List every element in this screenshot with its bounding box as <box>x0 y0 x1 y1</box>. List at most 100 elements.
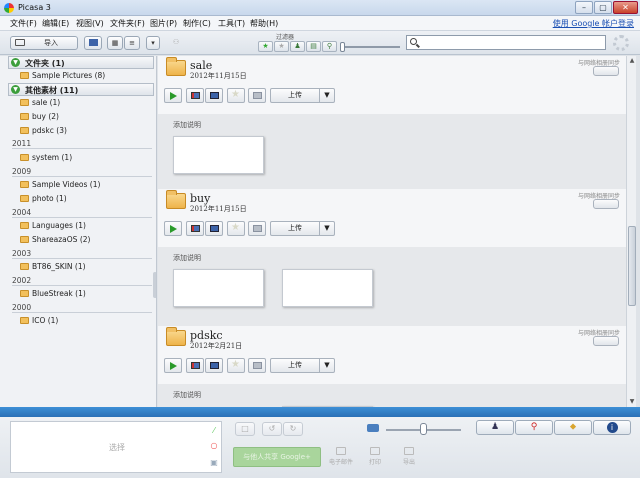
import-button[interactable]: 导入 <box>10 36 78 50</box>
panel-splitter-handle[interactable] <box>153 272 156 298</box>
upload-options-dropdown[interactable]: ▼ <box>319 221 335 236</box>
folder-item[interactable]: Sample Videos (1) <box>20 180 100 191</box>
clear-selection-icon[interactable]: ○ <box>209 441 219 450</box>
menu-help[interactable]: 帮助(H) <box>250 18 278 29</box>
menu-tools[interactable]: 工具(T) <box>218 18 245 29</box>
filter-starred-button[interactable]: ★ <box>258 41 273 52</box>
export-album-button[interactable] <box>248 358 266 373</box>
add-to-album-icon[interactable]: ▣ <box>209 458 219 467</box>
folder-icon <box>20 317 29 324</box>
filter-date-slider[interactable] <box>340 42 345 52</box>
tree-view-button[interactable]: ≡ <box>124 36 140 50</box>
view-options-dropdown[interactable]: ▾ <box>146 36 160 50</box>
scroll-down-arrow-icon[interactable]: ▼ <box>627 397 637 407</box>
print-button[interactable]: 打印 <box>360 447 390 466</box>
star-album-button[interactable]: ★ <box>227 221 245 236</box>
folder-item[interactable]: system (1) <box>20 153 72 164</box>
folder-item[interactable]: Sample Pictures (8) <box>20 71 105 82</box>
folder-item[interactable]: ShareazaOS (2) <box>20 235 90 246</box>
upload-options-dropdown[interactable]: ▼ <box>319 88 335 103</box>
scroll-up-arrow-icon[interactable]: ▲ <box>627 56 637 66</box>
folder-item[interactable]: buy (2) <box>20 112 59 123</box>
export-button[interactable]: 导出 <box>394 447 424 466</box>
filter-uploaded-button[interactable]: ★ <box>274 41 289 52</box>
photo-thumbnail[interactable] <box>282 269 373 307</box>
rotate-right-button[interactable]: ↻ <box>283 422 303 436</box>
upload-button[interactable]: 上传 <box>270 88 320 103</box>
folder-item[interactable]: photo (1) <box>20 194 67 205</box>
add-caption-link[interactable]: 添加说明 <box>173 390 201 400</box>
rotate-preview-button[interactable]: □ <box>235 422 255 436</box>
create-collage-button[interactable] <box>205 221 223 236</box>
photo-thumbnail[interactable] <box>173 136 264 174</box>
other-group-header[interactable]: ▼ 其他素材 (11) <box>8 83 154 96</box>
folder-label: pdskc (3) <box>32 126 67 135</box>
export-album-button[interactable] <box>248 221 266 236</box>
album-scrollbar[interactable]: ▲ ▼ <box>626 56 636 407</box>
add-caption-link[interactable]: 添加说明 <box>173 120 201 130</box>
rotate-left-button[interactable]: ↺ <box>262 422 282 436</box>
movie-icon <box>191 92 200 99</box>
create-movie-button[interactable] <box>186 358 204 373</box>
create-collage-button[interactable] <box>205 88 223 103</box>
filter-geotag-button[interactable]: ⚲ <box>322 41 337 52</box>
create-collage-button[interactable] <box>205 358 223 373</box>
folder-item[interactable]: pdskc (3) <box>20 126 67 137</box>
menu-file[interactable]: 文件(F) <box>10 18 37 29</box>
folder-group-header[interactable]: ▼ 文件夹 (1) <box>8 56 154 69</box>
folder-item[interactable]: sale (1) <box>20 98 60 109</box>
places-panel-button[interactable]: ⚲ <box>515 420 553 435</box>
folder-item[interactable]: BT86_SKIN (1) <box>20 262 86 273</box>
people-panel-button[interactable]: ♟ <box>476 420 514 435</box>
maximize-button[interactable]: ▢ <box>594 1 612 14</box>
menu-view[interactable]: 视图(V) <box>76 18 104 29</box>
sync-toggle[interactable] <box>593 66 619 76</box>
share-google-plus-button[interactable]: 与他人共享 Google+ <box>233 447 321 467</box>
folder-item[interactable]: BlueStreak (1) <box>20 289 86 300</box>
photo-thumbnail[interactable] <box>173 269 264 307</box>
folder-item[interactable]: Languages (1) <box>20 221 86 232</box>
folder-label: photo (1) <box>32 194 67 203</box>
sync-toggle[interactable] <box>593 199 619 209</box>
menu-picture[interactable]: 图片(P) <box>150 18 177 29</box>
play-slideshow-button[interactable] <box>164 88 182 103</box>
scroll-thumb[interactable] <box>628 226 636 306</box>
folder-item[interactable]: ICO (1) <box>20 316 58 327</box>
people-sync-button[interactable]: ⚇ <box>167 36 185 50</box>
filter-faces-button[interactable]: ♟ <box>290 41 305 52</box>
close-button[interactable]: ✕ <box>613 1 638 14</box>
info-icon: i <box>606 422 618 433</box>
add-to-album-button[interactable] <box>84 36 102 50</box>
picasa-logo-icon <box>4 3 14 13</box>
upload-button[interactable]: 上传 <box>270 221 320 236</box>
folder-label: Languages (1) <box>32 221 86 230</box>
search-input[interactable] <box>421 37 603 48</box>
star-album-button[interactable]: ★ <box>227 88 245 103</box>
menu-folder[interactable]: 文件夹(F) <box>110 18 145 29</box>
menu-create[interactable]: 制作(C) <box>183 18 211 29</box>
play-slideshow-button[interactable] <box>164 221 182 236</box>
thumbnail-size-slider[interactable] <box>420 423 427 435</box>
minimize-button[interactable]: – <box>575 1 593 14</box>
album-folder-icon <box>166 190 186 209</box>
filter-videos-button[interactable]: ▤ <box>306 41 321 52</box>
export-icon <box>253 225 262 232</box>
hold-pin-icon[interactable]: ⁄ <box>209 426 219 435</box>
export-album-button[interactable] <box>248 88 266 103</box>
upload-options-dropdown[interactable]: ▼ <box>319 358 335 373</box>
thumbnail-view-button[interactable]: ▦ <box>107 36 123 50</box>
upload-button[interactable]: 上传 <box>270 358 320 373</box>
google-signin-link[interactable]: 使用 Google 帐户登录 <box>553 18 634 29</box>
folder-label: ICO (1) <box>32 316 59 325</box>
star-album-button[interactable]: ★ <box>227 358 245 373</box>
play-slideshow-button[interactable] <box>164 358 182 373</box>
tags-panel-button[interactable]: ⬥ <box>554 420 592 435</box>
folder-icon <box>20 154 29 161</box>
add-caption-link[interactable]: 添加说明 <box>173 253 201 263</box>
email-button[interactable]: 电子邮件 <box>326 447 356 466</box>
sync-toggle[interactable] <box>593 336 619 346</box>
create-movie-button[interactable] <box>186 221 204 236</box>
create-movie-button[interactable] <box>186 88 204 103</box>
properties-panel-button[interactable]: i <box>593 420 631 435</box>
menu-edit[interactable]: 编辑(E) <box>42 18 69 29</box>
